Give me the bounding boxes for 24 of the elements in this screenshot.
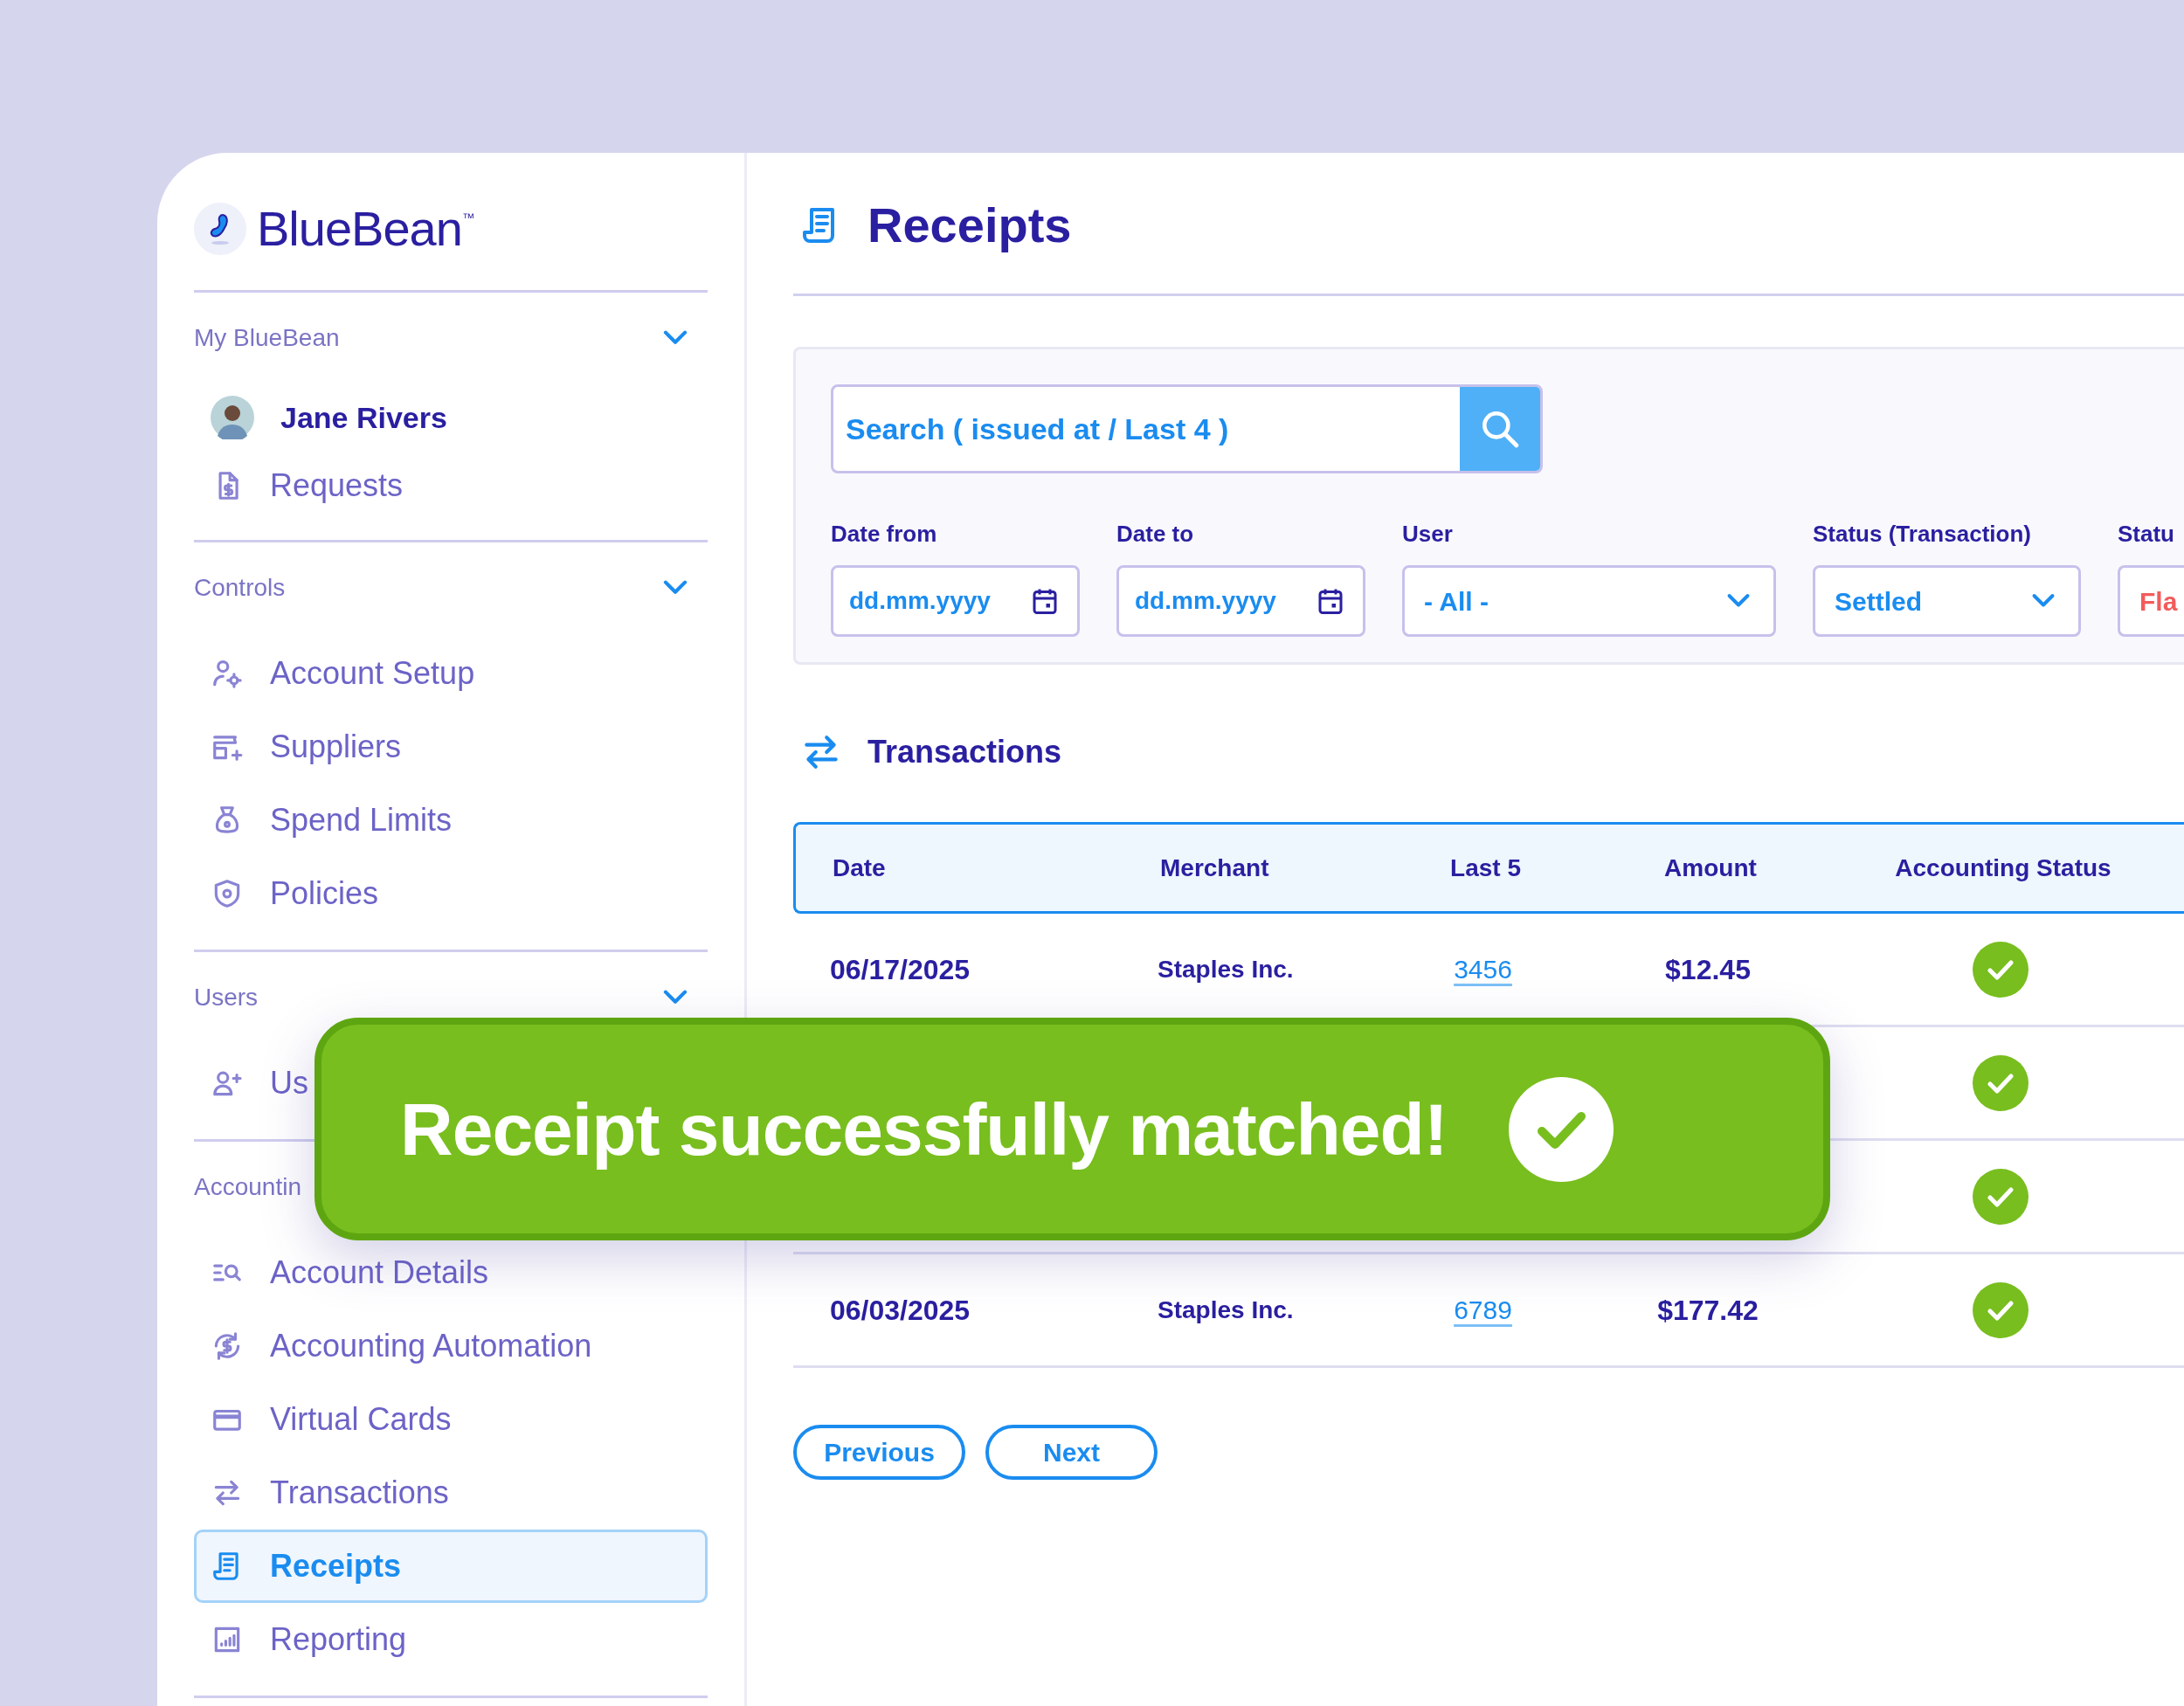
column-header: Date bbox=[832, 853, 887, 883]
brand-logo-text: BlueBean$^{™}$ bbox=[257, 199, 474, 258]
table-cell: $177.42 bbox=[1657, 1294, 1759, 1326]
section-heading: Users bbox=[194, 983, 259, 1012]
section-heading: Controls bbox=[194, 573, 286, 603]
column-header: Last 5 bbox=[1449, 853, 1522, 883]
table-cell: Staples Inc. bbox=[1158, 1295, 1294, 1323]
page-title: Receipts bbox=[867, 196, 1072, 254]
field-label: Date from bbox=[831, 520, 937, 549]
table-cell: 06/03/2025 bbox=[830, 1294, 971, 1326]
toast-message: Receipt successfully matched! bbox=[400, 1087, 1448, 1172]
table-cell: $12.45 bbox=[1665, 953, 1751, 985]
column-header: Accounting Status bbox=[1894, 853, 2112, 883]
field-label: Statu bbox=[2118, 520, 2174, 549]
field-label: Date to bbox=[1116, 520, 1194, 549]
column-header: Amount bbox=[1663, 853, 1758, 883]
field-label: User bbox=[1402, 520, 1453, 549]
field-label: Status (Transaction) bbox=[1813, 520, 2031, 549]
section-heading: My BlueBean bbox=[194, 323, 340, 353]
section-title: Transactions bbox=[867, 733, 1062, 771]
column-header: Merchant bbox=[1159, 853, 1270, 883]
table-cell: Staples Inc. bbox=[1158, 955, 1294, 983]
section-heading: Accountin bbox=[194, 1172, 301, 1202]
table-cell: 06/17/2025 bbox=[830, 953, 971, 985]
